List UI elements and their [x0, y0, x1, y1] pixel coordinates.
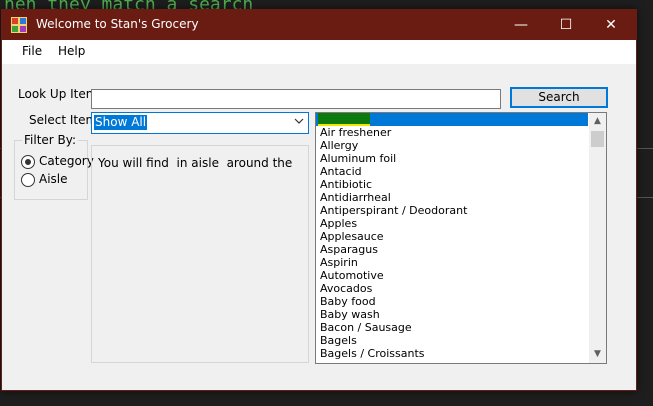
- list-item[interactable]: Aluminum foil: [316, 152, 588, 165]
- lookup-label: Look Up Item: [18, 87, 98, 101]
- list-items: Air freshener Allergy Aluminum foil Anta…: [316, 113, 588, 360]
- result-text: You will find in aisle around the: [98, 156, 293, 170]
- list-item[interactable]: Antacid: [316, 165, 588, 178]
- lookup-input[interactable]: [91, 89, 501, 109]
- close-button[interactable]: ✕: [588, 10, 634, 40]
- list-item[interactable]: Baby food: [316, 295, 588, 308]
- list-item[interactable]: Bacon / Sausage: [316, 321, 588, 334]
- chevron-down-icon[interactable]: [294, 116, 304, 126]
- radio-aisle[interactable]: [21, 173, 35, 187]
- list-item[interactable]: Antibiotic: [316, 178, 588, 191]
- title-bar[interactable]: Welcome to Stan's Grocery — ☐ ✕: [2, 10, 636, 40]
- list-item[interactable]: Apples: [316, 217, 588, 230]
- scroll-down-icon[interactable]: ▼: [589, 346, 606, 363]
- list-item[interactable]: Bagels: [316, 334, 588, 347]
- select-label: Select Item: [29, 113, 98, 127]
- list-item[interactable]: Automotive: [316, 269, 588, 282]
- select-item-dropdown[interactable]: Show All: [91, 112, 309, 134]
- menu-help[interactable]: Help: [58, 44, 85, 58]
- search-button[interactable]: Search: [510, 87, 608, 108]
- result-panel: You will find in aisle around the: [91, 145, 309, 363]
- radio-category-label[interactable]: Category: [39, 154, 94, 168]
- list-item[interactable]: [316, 113, 588, 126]
- radio-selected-dot: [25, 159, 31, 165]
- menu-bar: File Help: [2, 40, 636, 64]
- list-item[interactable]: Aspirin: [316, 256, 588, 269]
- maximize-button[interactable]: ☐: [543, 10, 589, 40]
- window-title: Welcome to Stan's Grocery: [36, 17, 199, 31]
- list-item[interactable]: Baby wash: [316, 308, 588, 321]
- filter-title: Filter By:: [22, 133, 79, 147]
- scroll-up-icon[interactable]: ▲: [589, 113, 606, 130]
- item-listbox[interactable]: Air freshener Allergy Aluminum foil Anta…: [315, 112, 607, 364]
- scroll-thumb[interactable]: [591, 131, 604, 147]
- menu-file[interactable]: File: [22, 44, 42, 58]
- list-item[interactable]: Air freshener: [316, 126, 588, 139]
- list-item[interactable]: Antiperspirant / Deodorant: [316, 204, 588, 217]
- list-item[interactable]: Asparagus: [316, 243, 588, 256]
- filter-group: Filter By: Category Aisle: [14, 133, 94, 200]
- select-item-value: Show All: [94, 115, 148, 130]
- radio-category[interactable]: [21, 155, 35, 169]
- list-scrollbar[interactable]: ▲ ▼: [589, 113, 606, 363]
- list-item[interactable]: Antidiarrheal: [316, 191, 588, 204]
- list-item[interactable]: Avocados: [316, 282, 588, 295]
- list-item[interactable]: Allergy: [316, 139, 588, 152]
- radio-aisle-label[interactable]: Aisle: [39, 172, 68, 186]
- app-icon: [11, 17, 27, 33]
- list-item[interactable]: Applesauce: [316, 230, 588, 243]
- list-item[interactable]: Bagels / Croissants: [316, 347, 588, 360]
- app-window: Welcome to Stan's Grocery — ☐ ✕ File Hel…: [1, 9, 637, 391]
- selection-highlight: [318, 124, 370, 126]
- minimize-button[interactable]: —: [498, 10, 544, 40]
